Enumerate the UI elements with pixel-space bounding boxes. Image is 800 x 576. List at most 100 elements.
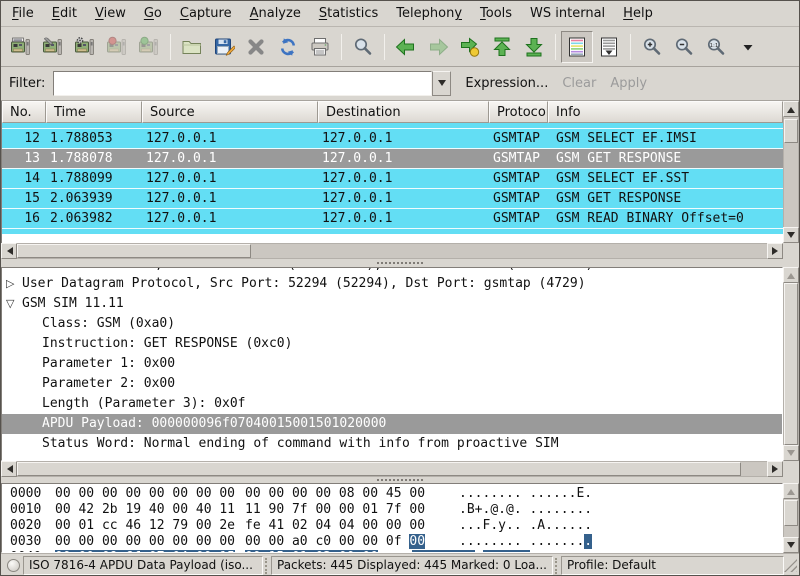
expression-button[interactable]: Expression... <box>465 76 548 91</box>
menu-capture[interactable]: Capture <box>171 2 241 25</box>
detail-text: GSM SIM 11.11 <box>22 294 124 314</box>
column-header-info[interactable]: Info <box>548 101 783 123</box>
packet-list-hscroll[interactable] <box>1 243 783 259</box>
detail-row[interactable]: Class: GSM (0xa0) <box>2 314 782 334</box>
filter-input[interactable] <box>53 71 432 96</box>
go-forward-button[interactable] <box>422 31 454 63</box>
menu-help[interactable]: Help <box>614 2 662 25</box>
menu-tools[interactable]: Tools <box>471 2 521 25</box>
scroll-up-button[interactable] <box>783 101 799 117</box>
column-header-destination[interactable]: Destination <box>318 101 489 123</box>
hex-line-0000[interactable]: 000000 00 00 00 00 00 00 0000 00 00 00 0… <box>10 486 782 502</box>
scroll-right-button[interactable] <box>767 243 783 259</box>
pane-splitter-top[interactable] <box>1 259 799 267</box>
colorize-packets-button[interactable] <box>561 31 593 63</box>
hex-line-0020[interactable]: 002000 01 cc 46 12 79 00 2efe 41 02 04 0… <box>10 518 782 534</box>
toolbar-overflow-button[interactable] <box>732 31 764 63</box>
find-packet-button[interactable] <box>347 31 379 63</box>
detail-row[interactable]: ▷User Datagram Protocol, Src Port: 52294… <box>2 274 782 294</box>
packet-row-15[interactable]: 152.063939127.0.0.1127.0.0.1GSMTAPGSM GE… <box>2 189 783 209</box>
scroll-left-button[interactable] <box>1 243 17 259</box>
menu-file[interactable]: File <box>3 2 43 25</box>
close-capture-button[interactable] <box>240 31 272 63</box>
packet-list-pane: No.TimeSourceDestinationProtocolInfo 111… <box>1 101 799 259</box>
save-capture-button[interactable] <box>208 31 240 63</box>
scroll-thumb[interactable] <box>17 244 251 258</box>
detail-row[interactable]: ▽GSM SIM 11.11 <box>2 294 782 314</box>
scroll-thumb[interactable] <box>784 283 798 445</box>
expert-info-button[interactable] <box>3 557 23 575</box>
detail-row[interactable]: Parameter 2: 0x00 <box>2 374 782 394</box>
details-vscroll[interactable] <box>783 267 799 461</box>
capture-start-button[interactable] <box>69 31 101 63</box>
hex-vscroll[interactable] <box>783 483 799 553</box>
packet-row-13[interactable]: 131.788078127.0.0.1127.0.0.1GSMTAPGSM GE… <box>2 149 783 169</box>
go-to-bottom-button[interactable] <box>518 31 550 63</box>
scroll-track[interactable] <box>17 461 767 477</box>
status-profile: Profile: Default <box>561 556 784 575</box>
detail-text: Status Word: Normal ending of command wi… <box>42 434 559 454</box>
scroll-right-button[interactable] <box>767 461 783 477</box>
clear-button[interactable]: Clear <box>562 76 596 91</box>
detail-row[interactable]: Length (Parameter 3): 0x0f <box>2 394 782 414</box>
scroll-thumb[interactable] <box>784 500 798 526</box>
capture-stop-button[interactable] <box>101 31 133 63</box>
scroll-track[interactable] <box>783 499 799 537</box>
hex-line-0030[interactable]: 003000 00 00 00 00 00 00 0000 00 a0 c0 0… <box>10 534 782 550</box>
packet-row-12[interactable]: 121.788053127.0.0.1127.0.0.1GSMTAPGSM SE… <box>2 129 783 149</box>
column-header-no[interactable]: No. <box>2 101 46 123</box>
magnifier-icon <box>352 36 374 58</box>
details-hscroll[interactable] <box>1 461 783 477</box>
resize-grip[interactable] <box>784 559 797 572</box>
print-button[interactable] <box>304 31 336 63</box>
menu-analyze[interactable]: Analyze <box>241 2 310 25</box>
go-to-packet-button[interactable] <box>454 31 486 63</box>
go-to-top-button[interactable] <box>486 31 518 63</box>
toolbar: 1:1 <box>1 27 799 67</box>
capture-options-button[interactable] <box>37 31 69 63</box>
zoom-in-button[interactable] <box>636 31 668 63</box>
open-capture-button[interactable] <box>176 31 208 63</box>
menu-view[interactable]: View <box>86 2 135 25</box>
scroll-up-button[interactable] <box>783 483 799 499</box>
packet-row-14[interactable]: 141.788099127.0.0.1127.0.0.1GSMTAPGSM SE… <box>2 169 783 189</box>
scroll-up-button[interactable] <box>783 267 799 283</box>
scroll-track[interactable] <box>783 117 799 227</box>
scroll-down-button[interactable] <box>783 445 799 461</box>
list-interfaces-button[interactable] <box>5 31 37 63</box>
scroll-thumb[interactable] <box>17 462 741 476</box>
scroll-track[interactable] <box>17 243 767 259</box>
filter-dropdown-button[interactable] <box>432 71 451 96</box>
scroll-left-button[interactable] <box>1 461 17 477</box>
zoom-100-button[interactable]: 1:1 <box>700 31 732 63</box>
menu-go[interactable]: Go <box>135 2 171 25</box>
status-field-handle[interactable] <box>265 558 269 574</box>
scroll-down-button[interactable] <box>783 537 799 553</box>
reload-capture-button[interactable] <box>272 31 304 63</box>
detail-row[interactable]: Status Word: Normal ending of command wi… <box>2 434 782 454</box>
zoom-out-button[interactable] <box>668 31 700 63</box>
menu-ws-internal[interactable]: WS internal <box>521 2 614 25</box>
status-field-handle[interactable] <box>555 558 559 574</box>
scroll-track[interactable] <box>783 283 799 445</box>
auto-scroll-button[interactable] <box>593 31 625 63</box>
caret-icon <box>737 36 759 58</box>
packet-list-vscroll[interactable] <box>783 101 799 243</box>
column-header-time[interactable]: Time <box>46 101 142 123</box>
packet-row-16[interactable]: 162.063982127.0.0.1127.0.0.1GSMTAPGSM RE… <box>2 209 783 229</box>
toolbar-separator <box>341 34 342 60</box>
scroll-down-button[interactable] <box>783 227 799 243</box>
scroll-thumb[interactable] <box>784 119 798 143</box>
column-header-source[interactable]: Source <box>142 101 318 123</box>
capture-restart-button[interactable] <box>133 31 165 63</box>
column-header-protocol[interactable]: Protocol <box>489 101 548 123</box>
menu-edit[interactable]: Edit <box>43 2 86 25</box>
menu-statistics[interactable]: Statistics <box>310 2 387 25</box>
apply-button[interactable]: Apply <box>610 76 647 91</box>
detail-row[interactable]: Instruction: GET RESPONSE (0xc0) <box>2 334 782 354</box>
detail-row[interactable]: APDU Payload: 000000096f0704001500150102… <box>2 414 782 434</box>
menu-telephony[interactable]: Telephony <box>387 2 471 25</box>
go-back-button[interactable] <box>390 31 422 63</box>
detail-row[interactable]: Parameter 1: 0x00 <box>2 354 782 374</box>
hex-line-0010[interactable]: 001000 42 2b 19 40 00 40 1111 90 7f 00 0… <box>10 502 782 518</box>
